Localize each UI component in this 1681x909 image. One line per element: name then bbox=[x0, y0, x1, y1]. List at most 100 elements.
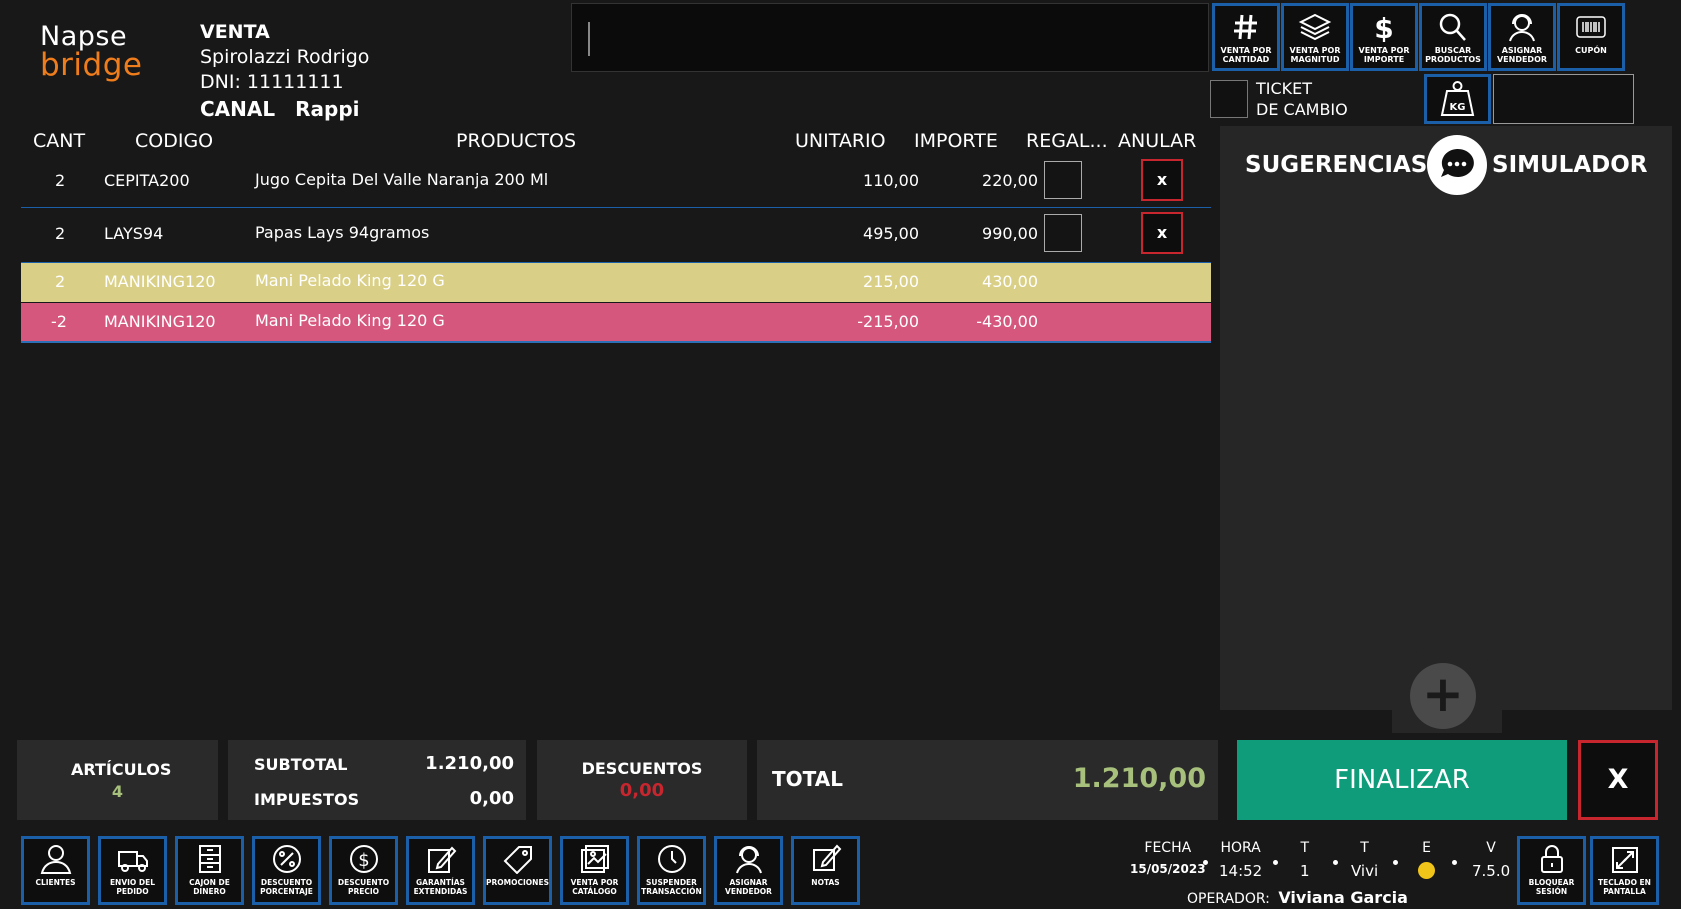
agent-icon bbox=[1509, 14, 1535, 42]
status-tienda: T Vivi bbox=[1351, 840, 1379, 880]
regalo-checkbox[interactable] bbox=[1044, 214, 1082, 252]
descuentos-box: DESCUENTOS 0,00 bbox=[537, 740, 747, 820]
cajon-dinero-button[interactable]: CAJON DE DINERO bbox=[175, 836, 244, 905]
notas-button[interactable]: NOTAS bbox=[791, 836, 860, 905]
hash-icon bbox=[1234, 14, 1257, 40]
product-search-input[interactable] bbox=[572, 4, 1208, 71]
table-row[interactable]: 2 LAYS94 Papas Lays 94gramos 495,00 990,… bbox=[21, 208, 1211, 261]
add-icon[interactable]: + bbox=[1410, 663, 1476, 729]
subtotal-value: 1.210,00 bbox=[425, 753, 514, 774]
cupon-button[interactable]: CUPÓN bbox=[1557, 3, 1625, 71]
total-box: TOTAL 1.210,00 bbox=[757, 740, 1218, 820]
text-caret bbox=[588, 22, 590, 56]
col-header-unitario: UNITARIO bbox=[795, 130, 886, 152]
descuento-porcentaje-button[interactable]: DESCUENTO PORCENTAJE bbox=[252, 836, 321, 905]
status-hora: HORA 14:52 bbox=[1219, 840, 1263, 880]
table-row[interactable]: 2 CEPITA200 Jugo Cepita Del Valle Naranj… bbox=[21, 155, 1211, 208]
tag-icon bbox=[503, 846, 532, 874]
col-header-productos: PRODUCTOS bbox=[456, 130, 577, 152]
napse-bridge-logo: Napse bridge bbox=[40, 21, 143, 83]
teclado-pantalla-button[interactable]: TECLADO EN PANTALLA bbox=[1590, 836, 1659, 905]
status-separator bbox=[1333, 860, 1338, 865]
customer-name: Spirolazzi Rodrigo bbox=[200, 46, 370, 68]
col-header-importe: IMPORTE bbox=[914, 130, 998, 152]
product-search-box[interactable] bbox=[571, 3, 1209, 72]
status-separator bbox=[1393, 860, 1398, 865]
venta-por-cantidad-button[interactable]: VENTA POR CANTIDAD bbox=[1212, 3, 1280, 71]
impuestos-value: 0,00 bbox=[469, 788, 514, 809]
anular-button[interactable]: x bbox=[1141, 159, 1183, 201]
articulos-box: ARTÍCULOS 4 bbox=[17, 740, 218, 820]
col-header-anular: ANULAR bbox=[1118, 130, 1197, 152]
descuentos-value: 0,00 bbox=[619, 780, 665, 801]
articulos-count: 4 bbox=[111, 782, 124, 801]
kg-weight-icon: KG bbox=[1440, 81, 1475, 116]
percent-icon bbox=[272, 845, 301, 873]
sugerencias-tab[interactable]: SUGERENCIAS bbox=[1245, 152, 1427, 178]
table-row[interactable]: -2 MANIKING120 Mani Pelado King 120 G -2… bbox=[21, 303, 1211, 343]
simulador-tab[interactable]: SIMULADOR bbox=[1492, 152, 1648, 178]
status-terminal: T 1 bbox=[1300, 840, 1310, 880]
col-header-codigo: CODIGO bbox=[135, 130, 214, 152]
sale-title: VENTA bbox=[200, 21, 270, 43]
clock-icon bbox=[657, 845, 686, 873]
price-discount-icon: $ bbox=[349, 845, 378, 873]
ticket-cambio-label: TICKET DE CAMBIO bbox=[1256, 79, 1348, 119]
search-icon bbox=[1439, 13, 1466, 41]
status-separator bbox=[1273, 860, 1278, 865]
regalo-checkbox[interactable] bbox=[1044, 161, 1082, 199]
keyboard-expand-icon bbox=[1611, 847, 1638, 873]
lock-icon bbox=[1540, 845, 1563, 873]
suggestions-panel bbox=[1220, 126, 1672, 710]
note-icon bbox=[812, 844, 841, 871]
col-header-cant: CANT bbox=[33, 130, 86, 152]
weight-kg-button[interactable]: KG bbox=[1424, 74, 1491, 124]
promociones-button[interactable]: PROMOCIONES bbox=[483, 836, 552, 905]
svg-text:$: $ bbox=[358, 850, 369, 871]
chat-icon[interactable] bbox=[1427, 135, 1487, 195]
descuento-precio-button[interactable]: $ DESCUENTO PRECIO bbox=[329, 836, 398, 905]
envio-pedido-button[interactable]: ENVIO DEL PEDIDO bbox=[98, 836, 167, 905]
asignar-vendedor-top-button[interactable]: ASIGNAR VENDEDOR bbox=[1488, 3, 1556, 71]
bloquear-sesion-button[interactable]: BLOQUEAR SESIÓN bbox=[1517, 836, 1586, 905]
table-row[interactable]: 2 MANIKING120 Mani Pelado King 120 G 215… bbox=[21, 262, 1211, 302]
truck-icon bbox=[117, 851, 148, 872]
info-box bbox=[1493, 74, 1634, 124]
anular-button[interactable]: x bbox=[1141, 212, 1183, 254]
status-separator bbox=[1203, 860, 1208, 865]
asignar-vendedor-button[interactable]: ASIGNAR VENDEDOR bbox=[714, 836, 783, 905]
catalog-icon bbox=[580, 845, 609, 873]
status-fecha: FECHA 15/05/2023 bbox=[1130, 840, 1206, 876]
col-header-regalo: REGAL... bbox=[1026, 130, 1108, 152]
cancel-transaction-button[interactable]: X bbox=[1578, 740, 1658, 820]
layers-icon bbox=[1298, 13, 1332, 41]
venta-por-magnitud-button[interactable]: VENTA POR MAGNITUD bbox=[1281, 3, 1349, 71]
customer-dni: DNI: 11111111 bbox=[200, 71, 344, 93]
drawer-icon bbox=[198, 845, 221, 873]
venta-por-importe-button[interactable]: $ VENTA POR IMPORTE bbox=[1350, 3, 1418, 71]
garantias-extendidas-button[interactable]: GARANTÍAS EXTENDIDAS bbox=[406, 836, 475, 905]
svg-text:$: $ bbox=[1374, 12, 1393, 42]
operador-info: OPERADOR: Viviana Garcia bbox=[1187, 888, 1408, 907]
subtotal-box: SUBTOTAL 1.210,00 IMPUESTOS 0,00 bbox=[228, 740, 526, 820]
status-online-indicator bbox=[1418, 862, 1435, 879]
total-value: 1.210,00 bbox=[1072, 763, 1206, 794]
status-separator bbox=[1452, 860, 1457, 865]
venta-catalogo-button[interactable]: VENTA POR CATÁLOGO bbox=[560, 836, 629, 905]
clientes-button[interactable]: CLIENTES bbox=[21, 836, 90, 905]
ticket-cambio-checkbox[interactable] bbox=[1210, 80, 1248, 118]
agent-icon bbox=[735, 846, 762, 874]
finalizar-button[interactable]: FINALIZAR bbox=[1237, 740, 1567, 820]
svg-text:KG: KG bbox=[1450, 102, 1466, 113]
buscar-productos-button[interactable]: BUSCAR PRODUCTOS bbox=[1419, 3, 1487, 71]
sale-info: VENTA Spirolazzi Rodrigo DNI: 11111111 C… bbox=[200, 20, 369, 122]
operador-name: Viviana Garcia bbox=[1278, 888, 1408, 907]
dollar-icon: $ bbox=[1374, 12, 1393, 42]
status-version: V 7.5.0 bbox=[1472, 840, 1511, 880]
suspender-transaccion-button[interactable]: SUSPENDER TRANSACCIÓN bbox=[637, 836, 706, 905]
edit-icon bbox=[427, 846, 456, 873]
status-estado: E bbox=[1418, 840, 1435, 879]
sale-channel: CANAL Rappi bbox=[200, 97, 360, 121]
barcode-icon bbox=[1576, 16, 1606, 38]
user-icon bbox=[40, 845, 71, 874]
